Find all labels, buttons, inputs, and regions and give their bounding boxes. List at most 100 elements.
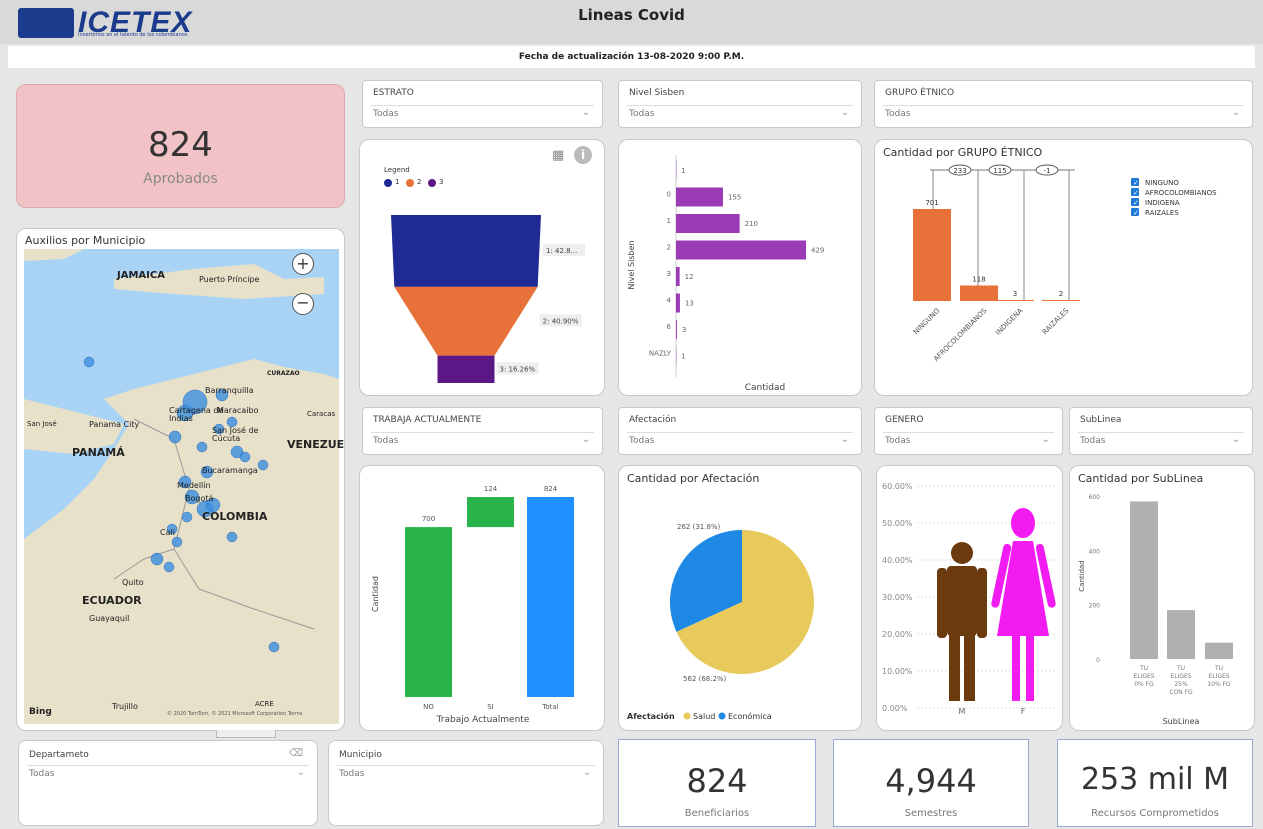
person-leg — [964, 631, 975, 701]
funnel-label: 2: 40.90% — [543, 317, 579, 325]
chevron-down-icon[interactable]: ⌄ — [841, 434, 849, 445]
tick-label: 200 — [1089, 603, 1101, 610]
map-label: COLOMBIA — [202, 510, 268, 523]
tick-label: 0% FG — [1134, 681, 1154, 688]
slicer-nivel-sisben[interactable]: Nivel Sisben Todas ⌄ — [618, 80, 862, 128]
kpi-recursos-card: 253 mil M Recursos Comprometidos — [1057, 739, 1253, 827]
funnel-card: ▦ i Legend 123 1: 42.8... 2: 40.90% 3: 16.… — [359, 139, 605, 396]
funnel-label: 1: 42.8... — [546, 247, 577, 255]
bar — [913, 209, 951, 301]
bar — [676, 293, 680, 313]
bar — [527, 497, 574, 697]
map-bubble — [150, 552, 164, 566]
tick-label: 2 — [667, 244, 671, 252]
zoom-in-button[interactable]: + — [292, 253, 314, 275]
chevron-down-icon[interactable]: ⌄ — [841, 107, 849, 118]
chevron-down-icon[interactable]: ⌄ — [582, 107, 590, 118]
map-label: Barranquilla — [205, 386, 254, 395]
map-bubble — [257, 459, 269, 471]
legend-dot — [718, 712, 726, 720]
data-label: 118 — [972, 276, 985, 284]
data-label: 210 — [745, 220, 758, 228]
tick-label: 0.00% — [882, 704, 908, 713]
divider — [27, 765, 309, 766]
bubble-label: 233 — [953, 167, 966, 175]
tick-label: 1 — [667, 217, 671, 225]
slicer-sublinea[interactable]: SubLinea Todas ⌄ — [1069, 407, 1253, 455]
chevron-down-icon[interactable]: ⌄ — [297, 767, 305, 778]
data-label: 12 — [685, 273, 694, 281]
legend-dot — [683, 712, 691, 720]
slicer-municipio-title: Municipio — [339, 750, 382, 760]
bubble-label: -1 — [1044, 167, 1051, 175]
slicer-estrato[interactable]: ESTRATO Todas ⌄ — [362, 80, 603, 128]
map-label: Medellín — [177, 481, 211, 490]
map-bubble — [168, 430, 182, 444]
chevron-down-icon[interactable]: ⌄ — [1232, 434, 1240, 445]
slicer-departamento-value: Todas — [29, 769, 55, 779]
chevron-down-icon[interactable]: ⌄ — [1042, 434, 1050, 445]
data-label: 13 — [685, 300, 694, 308]
slicer-genero-value: Todas — [885, 436, 911, 446]
data-label: 1 — [681, 167, 685, 175]
x-axis-label: SubLinea — [1163, 717, 1200, 726]
tick-label: AFROCOLOMBIANOS — [932, 306, 989, 363]
tick-label: TU — [1214, 665, 1223, 672]
slicer-departamento[interactable]: Departameto ⌫ Todas ⌄ — [18, 740, 318, 826]
map-label: Bogotá — [185, 494, 214, 503]
divider — [337, 765, 595, 766]
map-label: ACRE — [255, 700, 274, 708]
legend-label: NINGUNO — [1145, 179, 1179, 187]
person-leg — [1026, 634, 1034, 701]
chevron-down-icon[interactable]: ⌄ — [582, 434, 590, 445]
map-bubble — [226, 531, 238, 543]
kpi-aprobados-card: 824 Aprobados — [16, 84, 345, 208]
map-label: San José — [27, 420, 57, 428]
check-icon: ✓ — [1133, 199, 1139, 207]
map-label: VENEZUE — [287, 438, 345, 451]
check-icon: ✓ — [1133, 189, 1139, 197]
chevron-down-icon[interactable]: ⌄ — [583, 767, 591, 778]
slicer-estrato-value: Todas — [373, 109, 399, 119]
logo-tagline: Invertimos en el talento de los colombia… — [78, 32, 188, 38]
person-body — [947, 566, 977, 636]
tick-label: M — [959, 707, 966, 716]
map-bubble — [181, 511, 193, 523]
map-bubble — [171, 536, 183, 548]
tick-label: F — [1021, 707, 1026, 716]
slicer-afectacion[interactable]: Afectación Todas ⌄ — [618, 407, 862, 455]
sisben-chart-card: 1 0 155 1 210 2 429 3 12 4 13 6 3 NAZLY 1 Cantidad Nivel… — [618, 139, 862, 396]
person-arm — [937, 568, 947, 638]
slicer-grupo-etnico[interactable]: GRUPO ÉTNICO Todas ⌄ — [874, 80, 1253, 128]
map-label: San José de Cúcuta — [212, 426, 259, 443]
eraser-icon[interactable]: ⌫ — [289, 748, 303, 759]
data-label: 124 — [484, 485, 498, 493]
funnel-chart: 1: 42.8... 2: 40.90% 3: 16.26% — [391, 215, 585, 383]
sublinea-chart: 6004002000TUELIGES0% FGTUELIGES25%CON FG… — [1078, 494, 1233, 726]
map-scroll-handle[interactable] — [216, 730, 276, 738]
bar — [1130, 501, 1158, 659]
tick-label: CON FG — [1169, 689, 1193, 696]
chevron-down-icon[interactable]: ⌄ — [1232, 107, 1240, 118]
funnel-segment — [394, 286, 538, 356]
slicer-municipio[interactable]: Municipio Todas ⌄ — [328, 740, 604, 826]
legend-label: Económica — [728, 711, 772, 721]
slicer-etnico-title: GRUPO ÉTNICO — [885, 88, 955, 98]
tick-label: 600 — [1089, 494, 1101, 501]
map-bubble — [163, 561, 175, 573]
map-label: Maracaibo — [217, 406, 259, 415]
slicer-trabaja[interactable]: TRABAJA ACTUALMENTE Todas ⌄ — [362, 407, 603, 455]
person-arm — [977, 568, 987, 638]
bar — [676, 187, 723, 207]
slicer-genero[interactable]: GENERO Todas ⌄ — [874, 407, 1063, 455]
person-head — [951, 542, 973, 564]
tick-label: 0 — [667, 191, 671, 199]
check-icon: ✓ — [1133, 209, 1139, 217]
kpi-recursos-label: Recursos Comprometidos — [1091, 808, 1219, 819]
zoom-out-button[interactable]: − — [292, 293, 314, 315]
tick-label: ELIGES — [1133, 673, 1154, 680]
data-label: 824 — [544, 485, 558, 493]
map-label: Trujillo — [112, 702, 138, 711]
map-attribution: © 2020 TomTom, © 2021 Microsoft Corporat… — [167, 711, 303, 717]
page-title: Lineas Covid — [578, 6, 685, 24]
